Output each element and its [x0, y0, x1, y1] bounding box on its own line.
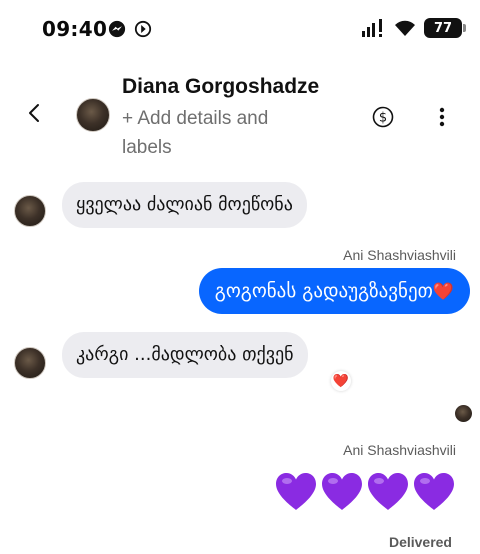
- sender-name: Ani Shashviashvili: [343, 442, 456, 458]
- purple-heart-icon: [368, 473, 408, 510]
- delivered-status: Delivered: [388, 534, 452, 550]
- message-text: კარგი ...მადლობა თქვენ: [76, 344, 294, 365]
- signal-icon: [362, 19, 382, 37]
- sender-avatar[interactable]: [14, 195, 46, 227]
- outgoing-message[interactable]: გოგონას გადაუგზავნეთ❤️: [198, 268, 470, 314]
- reaction-emoji: ❤️: [332, 373, 350, 389]
- purple-hearts-message[interactable]: [274, 472, 456, 512]
- purple-heart-icon: [322, 473, 362, 510]
- sender-name: Ani Shashviashvili: [343, 247, 456, 263]
- add-details-link[interactable]: + Add details and labels: [122, 104, 322, 162]
- battery-icon: 77: [424, 18, 466, 38]
- chat-header: Diana Gorgoshadze + Add details and labe…: [0, 60, 480, 170]
- status-time: 09:40: [42, 17, 108, 41]
- dollar-icon[interactable]: $: [372, 106, 394, 128]
- purple-heart-icon: [414, 473, 454, 510]
- messenger-icon: [108, 20, 126, 38]
- status-bar: 09:40 77: [0, 0, 480, 56]
- svg-text:$: $: [379, 111, 387, 126]
- message-text: გოგონას გადაუგზავნეთ: [214, 280, 433, 302]
- battery-level: 77: [433, 20, 453, 36]
- incoming-message[interactable]: კარგი ...მადლობა თქვენ: [62, 332, 308, 378]
- purple-heart-icon: [276, 473, 316, 510]
- message-text: ყველაა ძალიან მოეწონა: [76, 194, 293, 215]
- sender-avatar[interactable]: [14, 347, 46, 379]
- contact-name[interactable]: Diana Gorgoshadze: [122, 75, 319, 99]
- read-receipt-avatar: [455, 405, 472, 422]
- wifi-icon: [395, 20, 415, 36]
- data-saver-icon: [134, 20, 152, 38]
- heart-reaction[interactable]: ❤️: [331, 371, 351, 391]
- incoming-message[interactable]: ყველაა ძალიან მოეწონა: [62, 182, 307, 228]
- back-icon[interactable]: [24, 102, 46, 124]
- red-heart-emoji: ❤️: [432, 282, 454, 302]
- more-icon[interactable]: [438, 106, 446, 128]
- contact-avatar[interactable]: [76, 98, 110, 132]
